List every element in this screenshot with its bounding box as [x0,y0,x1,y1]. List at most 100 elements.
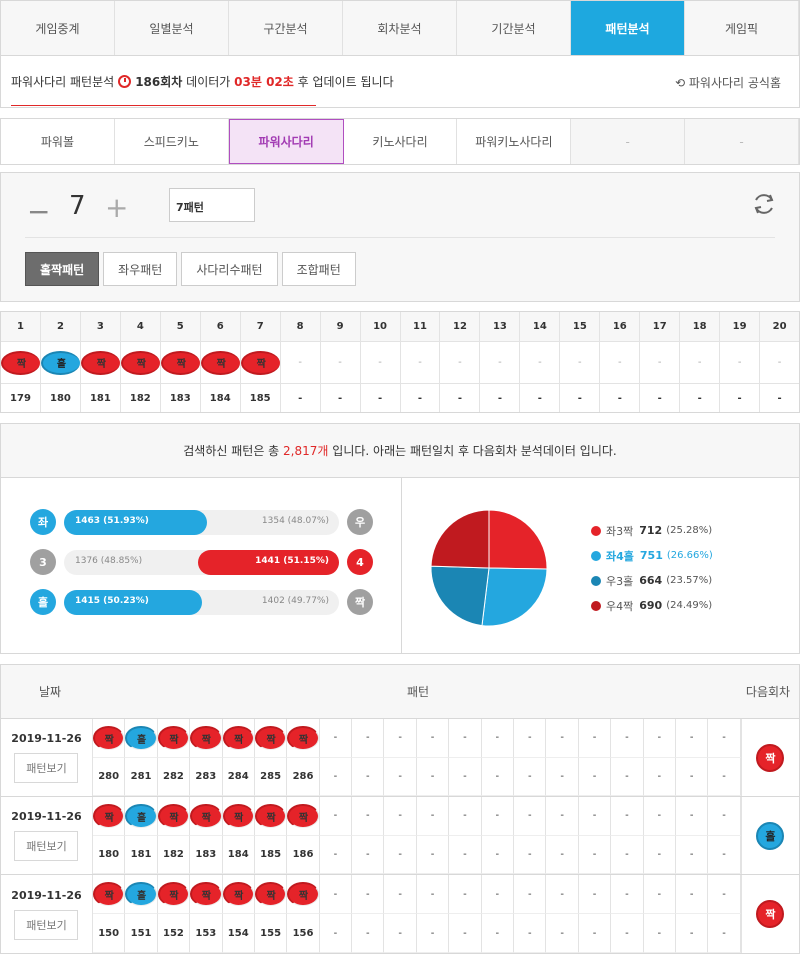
legend-dot [591,575,601,586]
pattern-round-cell: - [449,914,482,953]
game-tab[interactable]: 키노사다리 [343,119,458,164]
pattern-round-cell: - [319,835,353,874]
next-result-cell: 짝 [740,719,799,796]
pattern-cell: - [546,719,579,758]
pattern-count-input[interactable]: 7패턴 [169,188,255,222]
next-result-ball: 짝 [756,743,785,772]
pattern-cell: 짝 [190,797,223,836]
pattern-round-cell: 181 [125,835,158,874]
empty-dash: - [697,357,702,368]
pattern-round-cell: - [676,757,709,796]
sequence-round-row: 179 180 181 182 183 184 185- - - - - - - - - - - - - [1,384,799,412]
pattern-type-tabs: 홀짝패턴 좌우패턴 사다리수패턴 조합패턴 [25,252,356,286]
top-tab[interactable]: 게임픽 [685,1,799,55]
pattern-results-table: 날짜 패턴 다음회차 2019-11-26 패턴보기 짝 홀 짝 짝 짝 짝 짝 - - - - - - - -… [0,664,800,954]
pattern-round-cell: 186 [287,835,320,874]
pattern-round-cell: - [578,835,612,874]
notice-bar: 파워사다리 패턴분석 186회차 데이터가 03분 02초 후 업데이트 됩니다… [0,56,800,108]
sequence-index: 10 [361,312,401,341]
pattern-round-cell: - [319,914,353,953]
right-value: 1402 (49.77%) [261,596,329,606]
pattern-cell: - [416,875,450,914]
pattern-cell: - [449,875,482,914]
legend-percent: (26.66%) [666,550,713,561]
top-tab[interactable]: 일별분석 [115,1,229,55]
sequence-cell: - [361,342,401,383]
right-value: 1441 (51.15%) [255,556,329,566]
top-tab[interactable]: 회차분석 [343,1,457,55]
pattern-round-cell: - [449,835,482,874]
pattern-round-cell: - [481,757,515,796]
left-value: 1415 (50.23%) [75,596,149,606]
game-tab[interactable]: 스피드키노 [114,119,229,164]
legend-label: 우4짝 [606,599,634,613]
top-tab[interactable]: 기간분석 [457,1,571,55]
sequence-index: 2 [41,312,81,341]
view-pattern-button[interactable]: 패턴보기 [14,753,79,783]
pattern-cell: - [352,875,385,914]
game-tab[interactable]: 파워볼 [1,119,115,164]
game-tab[interactable]: 파워사다리 [228,119,344,164]
sequence-index: 7 [241,312,281,341]
ratio-bars-panel: 좌 1463 (51.93%) 1354 (48.07%) 우 3 1376 (48.85… [1,478,402,653]
next-result-ball: 홀 [756,821,785,850]
official-home-link[interactable]: ⟲ 파워사다리 공식홈 [675,74,781,91]
result-ball: 홀 [125,803,157,828]
legend-label: 좌3짝 [606,524,634,538]
pattern-round-cell: - [384,757,417,796]
pattern-round-cell: - [611,757,644,796]
legend-percent: (23.57%) [666,575,713,586]
sequence-index: 9 [321,312,361,341]
pattern-cell: 짝 [157,875,191,914]
legend-item: 우4짝 690 (24.49%) [591,593,713,618]
ratio-bar: 1463 (51.93%) 1354 (48.07%) [64,510,339,535]
top-tab[interactable]: 게임중계 [1,1,115,55]
pattern-cell: - [578,719,612,758]
sequence-cell: - [520,342,561,383]
result-row: 2019-11-26 패턴보기 짝 홀 짝 짝 짝 짝 짝 - - - - - - - - - - - - -180 181… [1,797,799,875]
result-row: 2019-11-26 패턴보기 짝 홀 짝 짝 짝 짝 짝 - - - - - - - - - - - - -150 151… [1,875,799,953]
sequence-index: 6 [201,312,241,341]
pattern-cell: - [514,875,547,914]
pattern-cell: 짝 [287,797,320,836]
pattern-round-cell: - [514,914,547,953]
top-tab[interactable]: 구간분석 [229,1,343,55]
view-pattern-button[interactable]: 패턴보기 [14,831,79,861]
pattern-round-cell: - [578,757,612,796]
pattern-type-tab[interactable]: 사다리수패턴 [181,252,278,286]
sequence-round: - [640,384,681,412]
pattern-cell: - [578,875,612,914]
pattern-type-tab[interactable]: 좌우패턴 [103,252,178,286]
pattern-type-tab[interactable]: 조합패턴 [281,252,356,286]
sequence-round: 182 [121,384,161,412]
pattern-round-cell: - [481,835,515,874]
sequence-index: 16 [600,312,641,341]
decrease-button[interactable]: − [27,195,50,228]
top-tab[interactable]: 패턴분석 [571,1,685,55]
pattern-cell: 홀 [125,719,158,758]
results-rows: 2019-11-26 패턴보기 짝 홀 짝 짝 짝 짝 짝 - - - - - - - - - - - - -280 281… [1,719,799,953]
refresh-icon[interactable] [751,191,777,217]
pattern-round-cell: - [546,757,579,796]
view-pattern-button[interactable]: 패턴보기 [14,909,79,940]
game-tab[interactable]: 파워키노사다리 [457,119,572,164]
pattern-cell: - [416,719,450,758]
sequence-cell: - [760,342,799,383]
pattern-round-cell: - [319,757,353,796]
next-column-header: 다음회차 [745,685,791,699]
game-tab: - [571,119,686,164]
sequence-round: - [680,384,721,412]
pattern-round-cell: 185 [254,835,288,874]
legend-value: 712 [639,524,663,537]
result-round-row: 150 151 152 153 154 155 156- - - - - - - - - - - - - [92,914,741,953]
pattern-cell: - [449,797,482,836]
increase-button[interactable]: + [105,191,128,224]
pattern-cell: - [708,797,741,836]
result-ball: 짝 [92,882,125,906]
stats-panel: 좌 1463 (51.93%) 1354 (48.07%) 우 3 1376 (48.85… [0,478,800,654]
pattern-cell: - [643,719,676,758]
result-ball: 짝 [222,725,254,750]
pattern-cell: - [578,797,612,836]
pattern-type-tab[interactable]: 홀짝패턴 [25,252,100,286]
result-ball-row: 짝홀짝짝짝짝짝------------- [92,797,741,836]
